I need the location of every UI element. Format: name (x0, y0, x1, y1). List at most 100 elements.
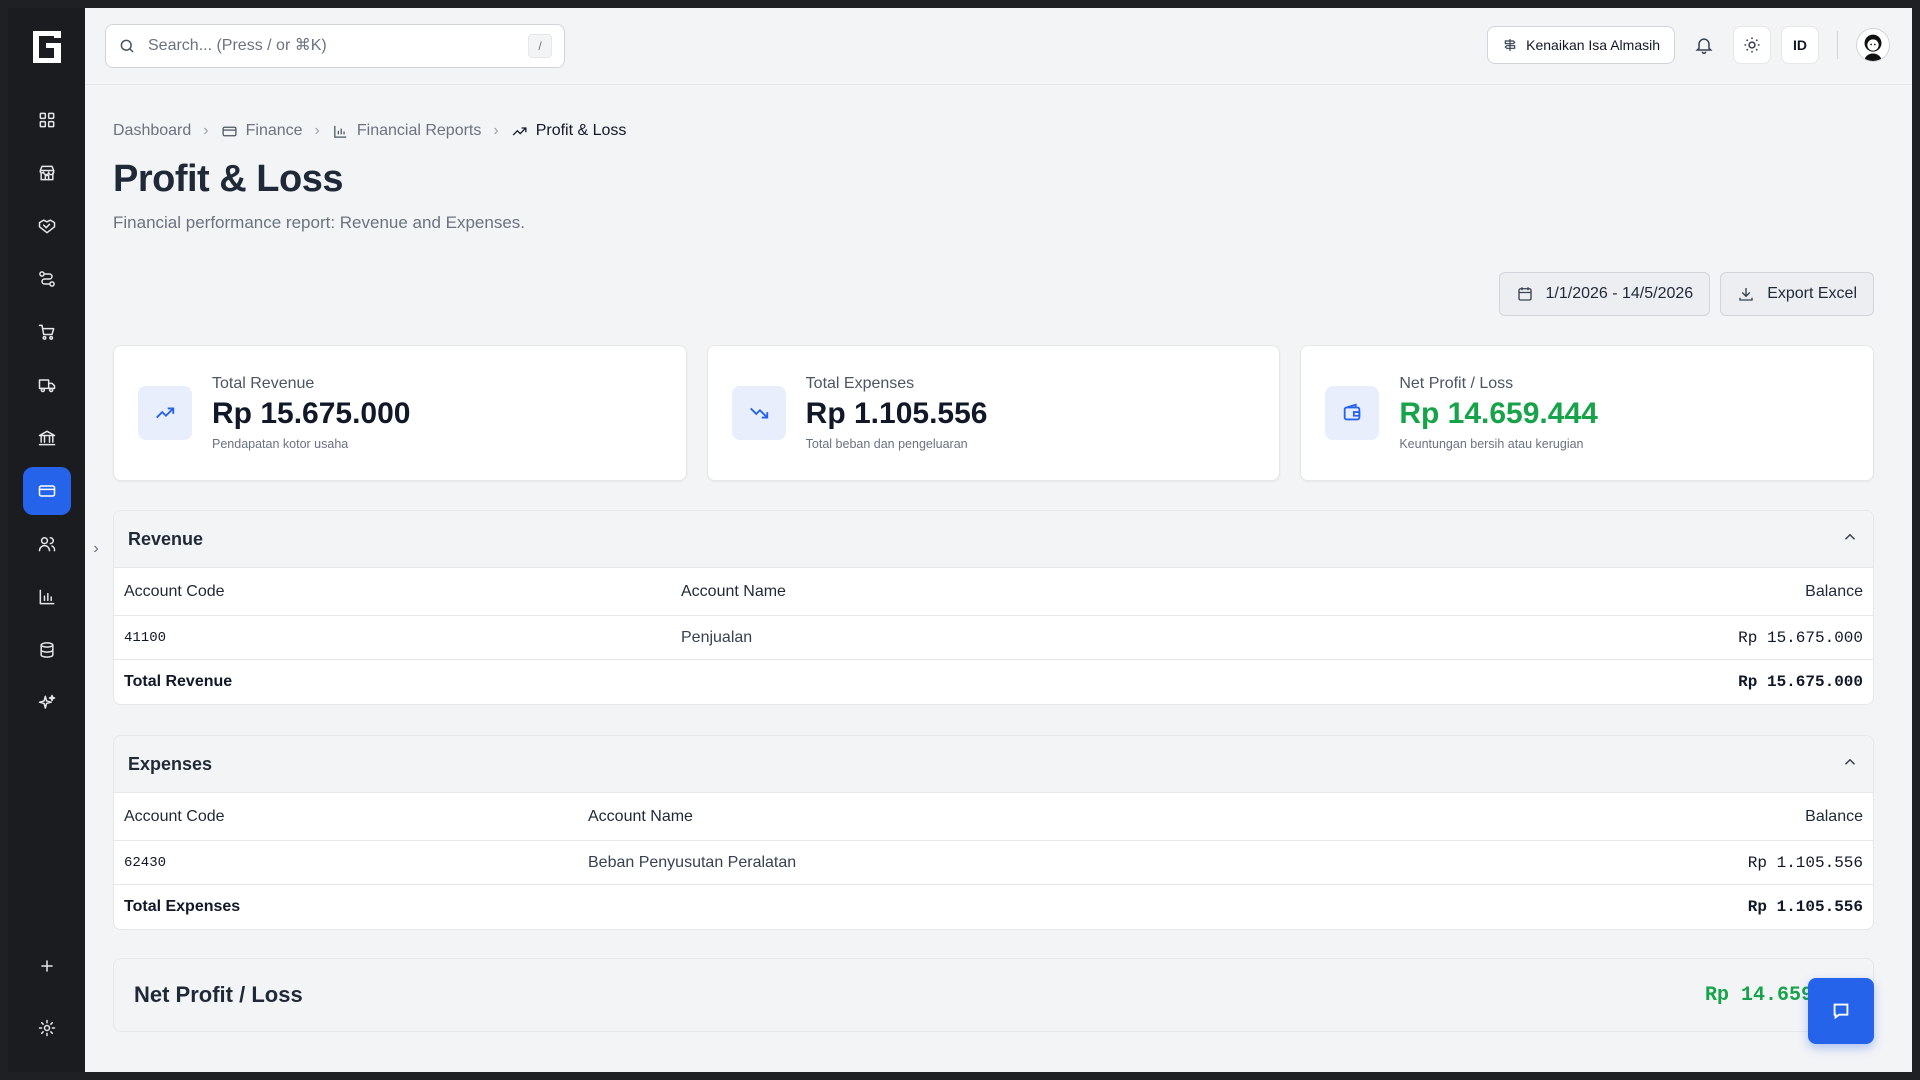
table-row[interactable]: 62430 Beban Penyusutan Peralatan Rp 1.10… (114, 841, 1873, 885)
sidebar-item-delivery[interactable] (23, 361, 71, 409)
card-description: Pendapatan kotor usaha (212, 437, 349, 451)
breadcrumb: Dashboard › Finance › Financial Reports … (113, 122, 1874, 140)
chat-button[interactable] (1808, 978, 1874, 1044)
balance-cell: Rp 1.105.556 (1747, 853, 1863, 872)
plus-icon (40, 960, 53, 972)
sidebar-item-bank[interactable] (23, 414, 71, 462)
breadcrumb-dashboard[interactable]: Dashboard (113, 122, 191, 140)
top-bar-divider (1837, 31, 1838, 59)
card-value: Rp 14.659.444 (1399, 397, 1598, 430)
net-profit-title: Net Profit / Loss (134, 982, 303, 1007)
top-bar: / Kenaikan Isa Almasih ID (85, 8, 1912, 85)
user-avatar[interactable] (1856, 28, 1890, 62)
sidebar-item-reports[interactable] (23, 573, 71, 621)
expenses-section-header[interactable]: Expenses (114, 736, 1873, 793)
theme-toggle-button[interactable] (1733, 26, 1771, 64)
download-icon (1739, 288, 1753, 301)
notifications-button[interactable] (1685, 26, 1723, 64)
route-icon (38, 271, 55, 287)
trending-up-icon (512, 126, 527, 135)
sidebar-item-database[interactable] (23, 626, 71, 674)
card-icon (222, 126, 237, 136)
grid-icon (39, 112, 54, 128)
collapse-button[interactable] (1841, 528, 1859, 551)
users-icon (38, 537, 55, 552)
sidebar-item-users[interactable] (23, 520, 71, 568)
column-header-balance: Balance (1805, 807, 1863, 825)
app-logo[interactable] (30, 28, 64, 66)
column-header-account-code: Account Code (124, 807, 225, 825)
sidebar (8, 8, 85, 1072)
card-description: Total beban dan pengeluaran (805, 437, 968, 451)
column-header-balance: Balance (1805, 582, 1863, 600)
store-icon (39, 165, 54, 181)
expenses-card-icon-box (731, 386, 786, 440)
page-subtitle: Financial performance report: Revenue an… (113, 213, 526, 232)
net-profit-value: Rp 14.659 (1704, 983, 1813, 1007)
total-row: Total Expenses Rp 1.105.556 (114, 885, 1873, 929)
bar-chart-icon (39, 589, 54, 605)
export-excel-label: Export Excel (1767, 285, 1857, 302)
app-window: › / Kenaikan Isa Almasih ID (8, 8, 1912, 1072)
search-box[interactable]: / (105, 24, 565, 68)
sidebar-item-ai[interactable] (23, 679, 71, 727)
company-name: Kenaikan Isa Almasih (1526, 37, 1660, 53)
truck-icon (38, 379, 55, 393)
expenses-section: Expenses Account Code Account Name Balan… (113, 735, 1874, 930)
collapse-button[interactable] (1841, 753, 1859, 776)
page-title: Profit & Loss (113, 158, 343, 200)
total-revenue-card: Total Revenue Rp 15.675.000 Pendapatan k… (113, 345, 687, 481)
trending-up-icon (156, 407, 175, 419)
add-button[interactable] (23, 942, 71, 990)
cart-icon (38, 324, 54, 340)
section-title: Expenses (128, 753, 213, 774)
company-switcher-button[interactable]: Kenaikan Isa Almasih (1487, 26, 1675, 64)
account-code-cell: 62430 (124, 854, 167, 871)
total-row: Total Revenue Rp 15.675.000 (114, 660, 1873, 704)
export-excel-button[interactable]: Export Excel (1720, 272, 1874, 316)
calendar-icon (1517, 287, 1532, 301)
sidebar-item-purchase[interactable] (23, 308, 71, 356)
total-label: Total Expenses (124, 898, 241, 915)
search-icon (120, 39, 134, 53)
total-label: Total Revenue (124, 673, 233, 690)
card-description: Keuntungan bersih atau kerugian (1399, 437, 1584, 451)
sidebar-item-routes[interactable] (23, 255, 71, 303)
table-header-row: Account Code Account Name Balance (114, 793, 1873, 841)
revenue-card-icon-box (138, 386, 192, 440)
net-profit-summary: Net Profit / Loss Rp 14.659 (113, 958, 1874, 1032)
sidebar-collapse-toggle[interactable]: › (88, 538, 104, 560)
chat-icon (1833, 1003, 1849, 1020)
account-name-cell: Penjualan (681, 628, 753, 646)
chevron-up-icon (1844, 758, 1856, 765)
sidebar-item-store[interactable] (23, 149, 71, 197)
bar-chart-icon (334, 125, 347, 138)
language-switcher[interactable]: ID (1781, 26, 1819, 64)
search-input[interactable] (148, 37, 528, 55)
sidebar-item-dashboard[interactable] (23, 96, 71, 144)
sidebar-item-finance[interactable] (22, 467, 71, 515)
sidebar-item-partners[interactable] (23, 202, 71, 250)
total-expenses-card: Total Expenses Rp 1.105.556 Total beban … (706, 345, 1281, 481)
table-row[interactable]: 41100 Penjualan Rp 15.675.000 (114, 616, 1873, 660)
net-profit-card: Net Profit / Loss Rp 14.659.444 Keuntung… (1300, 345, 1875, 481)
date-range-picker[interactable]: 1/1/2026 - 14/5/2026 (1498, 272, 1711, 316)
handshake-icon (38, 219, 55, 234)
net-profit-card-icon-box (1325, 386, 1380, 440)
column-header-account-name: Account Name (588, 807, 693, 825)
revenue-section-header[interactable]: Revenue (114, 511, 1873, 568)
settings-button[interactable] (23, 1004, 71, 1052)
sidebar-nav (22, 96, 71, 727)
breadcrumb-finance[interactable]: Finance (221, 122, 303, 140)
column-header-account-name: Account Name (681, 582, 786, 600)
card-label: Total Expenses (805, 375, 915, 392)
breadcrumb-separator: › (203, 122, 209, 139)
date-range-value: 1/1/2026 - 14/5/2026 (1545, 285, 1694, 302)
card-value: Rp 1.105.556 (805, 397, 988, 430)
account-code-cell: 41100 (124, 629, 167, 646)
breadcrumb-separator: › (493, 122, 499, 139)
balance-cell: Rp 15.675.000 (1738, 628, 1863, 647)
breadcrumb-financial-reports[interactable]: Financial Reports (332, 122, 481, 140)
account-name-cell: Beban Penyusutan Peralatan (588, 853, 797, 871)
card-icon (38, 485, 55, 497)
